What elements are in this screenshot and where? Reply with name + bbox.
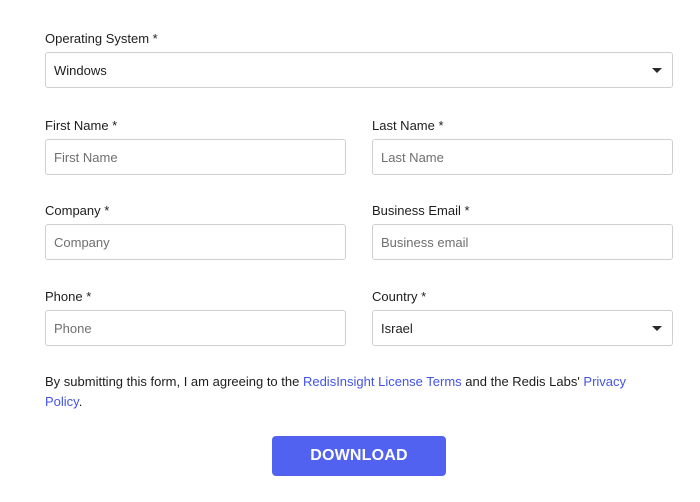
consent-text-before: By submitting this form, I am agreeing t… (45, 374, 303, 389)
first-name-label: First Name * (45, 118, 118, 133)
last-name-field[interactable] (372, 139, 673, 175)
os-select-value: Windows (54, 62, 107, 78)
license-terms-link[interactable]: RedisInsight License Terms (303, 374, 462, 389)
consent-text: By submitting this form, I am agreeing t… (45, 372, 665, 412)
os-select[interactable]: Windows (45, 52, 673, 88)
consent-text-after: . (78, 394, 83, 409)
download-button[interactable]: DOWNLOAD (272, 436, 446, 476)
country-select[interactable]: Israel (372, 310, 673, 346)
last-name-label: Last Name * (372, 118, 444, 133)
os-label: Operating System * (45, 31, 158, 46)
chevron-down-icon (652, 67, 662, 73)
company-label: Company * (45, 203, 110, 218)
company-field[interactable] (45, 224, 346, 260)
business-email-field[interactable] (372, 224, 673, 260)
first-name-field[interactable] (45, 139, 346, 175)
country-select-value: Israel (381, 320, 413, 336)
country-label: Country * (372, 289, 427, 304)
phone-label: Phone * (45, 289, 92, 304)
phone-field[interactable] (45, 310, 346, 346)
chevron-down-icon (652, 325, 662, 331)
consent-text-middle: and the Redis Labs' (461, 374, 584, 389)
business-email-label: Business Email * (372, 203, 470, 218)
